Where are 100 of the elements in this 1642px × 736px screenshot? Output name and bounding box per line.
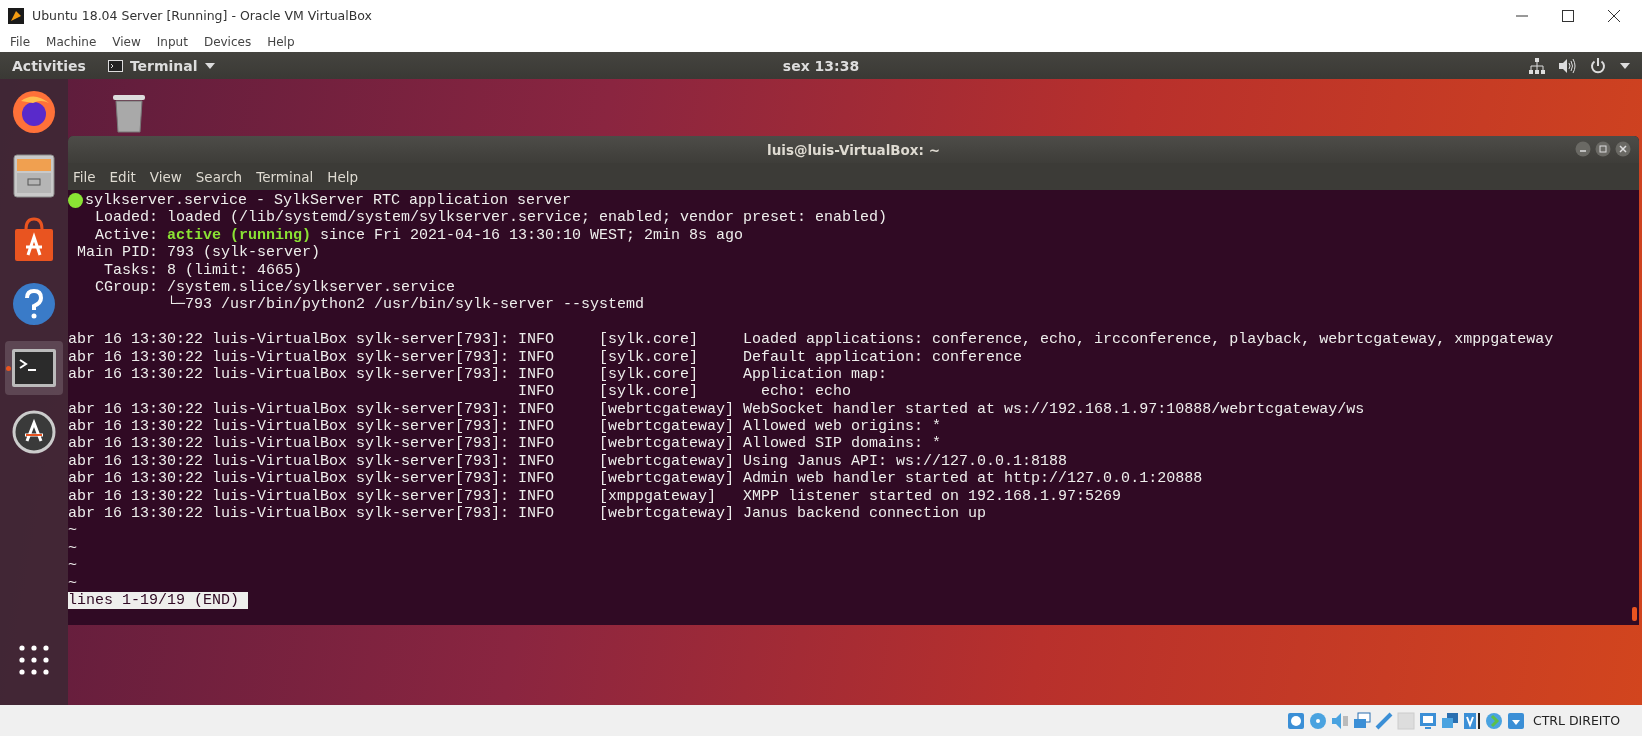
menu-item[interactable]: Help: [267, 34, 295, 49]
dock-item[interactable]: [5, 341, 63, 395]
log-module: [sylk.core]: [599, 383, 699, 401]
app-menu[interactable]: Terminal: [107, 57, 215, 74]
log-process: sylk-server[793]:: [356, 505, 510, 523]
status-label: Active:: [94, 226, 158, 245]
status-label: Main PID:: [76, 244, 158, 262]
scrollbar[interactable]: [1632, 607, 1637, 621]
log-process: sylk-server[793]:: [356, 365, 510, 383]
empty-line-marker: ~: [68, 539, 77, 558]
menu-item[interactable]: Devices: [203, 34, 252, 49]
log-timestamp: abr 16 13:30:22: [68, 400, 204, 418]
log-host: luis-VirtualBox: [212, 452, 348, 470]
status-value: loaded (/lib/systemd/system/sylkserver.service; enabled; vendor preset: enabled): [167, 209, 888, 227]
status-label: Loaded:: [94, 209, 158, 227]
app-grid-icon[interactable]: [19, 645, 49, 675]
log-level: INFO: [518, 470, 555, 488]
log-module: [sylk.core]: [599, 365, 699, 383]
menu-item[interactable]: Input: [156, 34, 188, 49]
download-icon[interactable]: [1506, 711, 1525, 730]
process-tree-line: └─793 /usr/bin/python2 /usr/bin/sylk-server --systemd: [167, 296, 645, 314]
log-module: [sylk.core]: [599, 331, 699, 349]
menu-item[interactable]: Help: [325, 168, 361, 185]
menu-item[interactable]: File: [71, 168, 98, 185]
log-level: INFO: [518, 435, 555, 453]
log-process: sylk-server[793]:: [356, 348, 510, 366]
log-host: luis-VirtualBox: [212, 418, 348, 436]
log-level: INFO: [518, 331, 555, 349]
log-message: Allowed SIP domains: *: [743, 435, 942, 453]
menu-item[interactable]: Machine: [46, 34, 97, 49]
log-host: luis-VirtualBox: [212, 400, 348, 418]
log-timestamp: abr 16 13:30:22: [68, 487, 204, 505]
activities-button[interactable]: Activities: [12, 57, 86, 74]
caret-icon: [204, 62, 215, 69]
trash-icon[interactable]: [112, 93, 146, 133]
log-module: [xmppgateway]: [599, 487, 717, 505]
volume-icon[interactable]: [1559, 57, 1576, 74]
power-icon[interactable]: [1590, 57, 1606, 74]
log-message: Admin web handler started at http://127.0.0.1:20888: [743, 470, 1203, 488]
log-process: sylk-server[793]:: [356, 418, 510, 436]
log-message: Janus backend connection up: [743, 505, 987, 523]
log-message: Using Janus API: ws://127.0.0.1:8188: [743, 452, 1068, 471]
log-host: luis-VirtualBox: [212, 470, 348, 488]
log-level: INFO: [518, 505, 555, 523]
clock[interactable]: sex 13:38: [782, 57, 860, 74]
caret-icon[interactable]: [1620, 62, 1630, 69]
status-value: 8 (limit: 4665): [167, 261, 303, 279]
log-host: luis-VirtualBox: [212, 435, 348, 453]
window-title: Ubuntu 18.04 Server [Running] - Oracle VM VirtualBox: [32, 8, 372, 23]
log-timestamp: abr 16 13:30:22: [68, 452, 204, 470]
log-level: INFO: [518, 487, 555, 505]
minimize-icon[interactable]: [1575, 141, 1591, 157]
status-value: since Fri 2021-04-16 13:30:10 WEST; 2min 8s ago: [320, 226, 744, 245]
log-process: sylk-server[793]:: [356, 435, 510, 453]
status-label: Tasks:: [103, 261, 158, 279]
log-module: [webrtcgateway]: [599, 505, 735, 523]
menu-item[interactable]: Edit: [107, 168, 138, 185]
log-message: Application map:: [743, 365, 888, 384]
update-icon: [11, 409, 57, 455]
menu-item[interactable]: View: [112, 34, 141, 49]
log-timestamp: abr 16 13:30:22: [68, 470, 204, 488]
log-timestamp: abr 16 13:30:22: [68, 348, 204, 366]
capture-icon[interactable]: [1440, 711, 1459, 730]
close-icon[interactable]: [1615, 141, 1631, 157]
network-icon[interactable]: [1529, 57, 1545, 74]
log-process: sylk-server[793]:: [356, 470, 510, 488]
log-process: sylk-server[793]:: [356, 452, 510, 470]
browser-icon: [11, 89, 57, 135]
log-module: [webrtcgateway]: [599, 400, 735, 418]
log-level: INFO: [518, 365, 555, 383]
file-cabinet-icon: [12, 153, 56, 199]
menu-item[interactable]: View: [147, 168, 184, 185]
log-message: Allowed web origins: *: [743, 418, 942, 436]
log-message: XMPP listener started on 192.168.1.97:5269: [743, 487, 1122, 506]
close-icon[interactable]: [1608, 9, 1620, 22]
help-icon: [12, 282, 56, 326]
cpu-icon[interactable]: [1462, 711, 1481, 730]
log-process: sylk-server[793]:: [356, 331, 510, 349]
log-level: INFO: [518, 418, 555, 436]
display-icon[interactable]: [1418, 711, 1437, 730]
log-message: Default application: conference: [743, 348, 1023, 366]
log-message: Loaded applications: conference, echo, ircconference, playback, webrtcgateway, xmppgateway: [743, 331, 1554, 349]
menu-item[interactable]: File: [10, 34, 31, 49]
window-title: luis@luis-VirtualBox: ~: [767, 141, 940, 158]
log-host: luis-VirtualBox: [212, 505, 348, 523]
log-message: echo: echo: [760, 383, 852, 401]
log-level: INFO: [518, 383, 555, 401]
usb-icon[interactable]: [1374, 711, 1393, 730]
log-level: INFO: [518, 400, 555, 418]
maximize-icon[interactable]: [1562, 9, 1574, 22]
log-host: luis-VirtualBox: [212, 331, 348, 349]
log-timestamp: abr 16 13:30:22: [68, 365, 204, 383]
log-timestamp: abr 16 13:30:22: [68, 418, 204, 436]
log-level: INFO: [518, 452, 555, 470]
menu-item[interactable]: Search: [193, 168, 245, 185]
log-timestamp: abr 16 13:30:22: [68, 435, 204, 453]
log-level: INFO: [518, 348, 555, 366]
empty-line-marker: ~: [68, 557, 77, 575]
menu-item[interactable]: Terminal: [254, 168, 316, 185]
status-value: 793 (sylk-server): [167, 244, 321, 262]
